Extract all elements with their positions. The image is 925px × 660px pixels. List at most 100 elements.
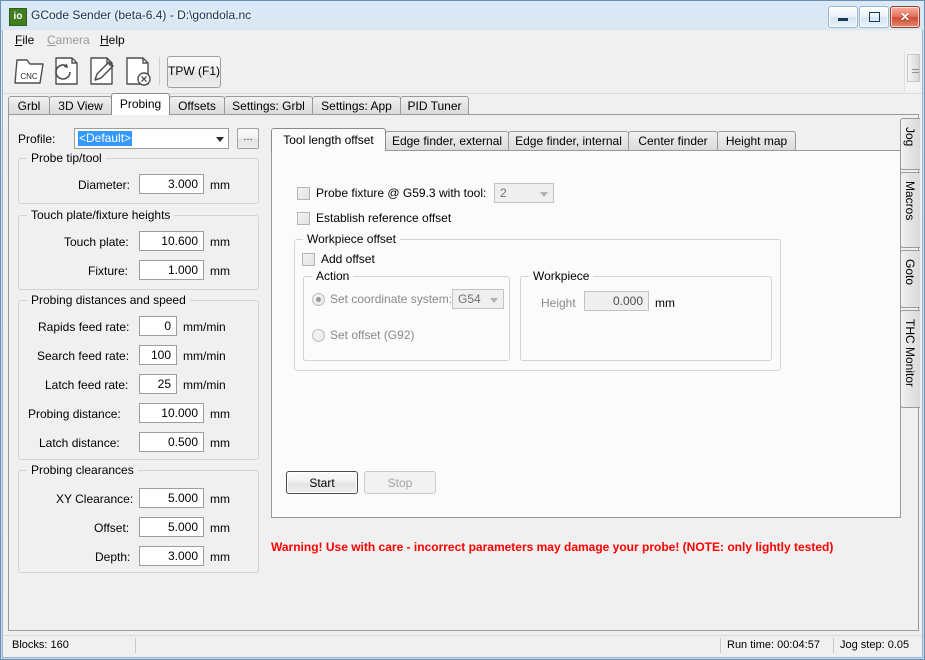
- stop-button[interactable]: Stop: [364, 471, 436, 494]
- establish-reference-label: Establish reference offset: [316, 211, 452, 225]
- tab-probing[interactable]: Probing: [111, 93, 170, 115]
- profile-browse-button[interactable]: ...: [237, 128, 259, 149]
- xy-clearance-input[interactable]: 5.000: [139, 488, 204, 508]
- group-workpiece-caption: Workpiece: [529, 269, 594, 283]
- group-probe-tip-tool-caption: Probe tip/tool: [27, 151, 106, 165]
- fixture-input[interactable]: 1.000: [139, 260, 204, 280]
- depth-input[interactable]: 3.000: [139, 546, 204, 566]
- xy-clearance-label: XY Clearance:: [56, 492, 134, 506]
- side-tab-goto[interactable]: Goto: [900, 250, 920, 308]
- coordinate-system-combo[interactable]: G54: [452, 289, 504, 309]
- side-tab-macros-label: Macros: [903, 181, 917, 221]
- menu-camera[interactable]: Camera: [47, 33, 90, 47]
- minimize-icon: [829, 7, 857, 27]
- touch-plate-label: Touch plate:: [64, 235, 129, 249]
- toolbar-scrollbar[interactable]: [904, 51, 920, 91]
- edit-file-icon[interactable]: [85, 53, 119, 89]
- search-feed-rate-input[interactable]: 100: [139, 345, 177, 365]
- probing-distance-unit: mm: [210, 407, 230, 421]
- depth-label: Depth:: [95, 550, 131, 564]
- start-button[interactable]: Start: [286, 471, 358, 494]
- depth-unit: mm: [210, 550, 230, 564]
- open-file-icon[interactable]: CNC: [13, 53, 47, 89]
- maximize-icon: [860, 7, 888, 27]
- minimize-button[interactable]: [828, 6, 858, 28]
- client-area: File Camera Help CNC TPW (F1) Grbl 3D Vi…: [2, 30, 923, 658]
- close-file-icon[interactable]: [121, 53, 155, 89]
- tab-height-map[interactable]: Height map: [717, 131, 796, 151]
- probing-distance-label: Probing distance:: [28, 407, 121, 421]
- diameter-input[interactable]: 3.000: [139, 174, 204, 194]
- tpw-button[interactable]: TPW (F1): [167, 56, 221, 88]
- toolbar-separator: [159, 57, 160, 85]
- probing-mode-tab-strip: Tool length offset Edge finder, external…: [271, 128, 901, 151]
- tab-center-finder[interactable]: Center finder: [628, 131, 718, 151]
- status-bar: Blocks: 160 Run time: 00:04:57 Jog step:…: [4, 635, 922, 656]
- group-workpiece: Workpiece: [520, 269, 772, 361]
- set-coordinate-system-radio[interactable]: [312, 293, 325, 306]
- set-offset-g92-radio[interactable]: [312, 329, 325, 342]
- latch-feed-rate-unit: mm/min: [183, 378, 226, 392]
- reload-file-icon[interactable]: [49, 53, 83, 89]
- latch-distance-unit: mm: [210, 436, 230, 450]
- tab-pid-tuner[interactable]: PID Tuner: [400, 96, 469, 115]
- latch-distance-input[interactable]: 0.500: [139, 432, 204, 452]
- search-feed-rate-label: Search feed rate:: [37, 349, 130, 363]
- side-tab-thc-monitor[interactable]: THC Monitor: [900, 310, 920, 408]
- offset-unit: mm: [210, 521, 230, 535]
- offset-input[interactable]: 5.000: [139, 517, 204, 537]
- menu-help[interactable]: Help: [100, 33, 125, 47]
- tab-tool-length-offset[interactable]: Tool length offset: [271, 128, 386, 151]
- rapids-feed-rate-label: Rapids feed rate:: [38, 320, 130, 334]
- close-icon: ✕: [899, 10, 911, 24]
- menu-bar: File Camera Help: [3, 30, 922, 49]
- search-feed-rate-unit: mm/min: [183, 349, 226, 363]
- close-button[interactable]: ✕: [890, 6, 920, 28]
- latch-distance-label: Latch distance:: [39, 436, 120, 450]
- tab-grbl[interactable]: Grbl: [8, 96, 50, 115]
- chevron-down-icon: [216, 137, 224, 142]
- tool-number-combo[interactable]: 2: [494, 183, 554, 203]
- scrollbar-grip-icon: [912, 69, 919, 70]
- diameter-unit: mm: [210, 178, 230, 192]
- latch-feed-rate-label: Latch feed rate:: [45, 378, 129, 392]
- maximize-button[interactable]: [859, 6, 889, 28]
- rapids-feed-rate-unit: mm/min: [183, 320, 226, 334]
- fixture-label: Fixture:: [88, 264, 129, 278]
- side-tab-goto-label: Goto: [903, 259, 917, 286]
- workpiece-height-input[interactable]: 0.000: [584, 291, 649, 311]
- side-tab-macros[interactable]: Macros: [900, 172, 920, 248]
- status-jog-step: Jog step: 0.05: [840, 639, 910, 651]
- status-blocks: Blocks: 160: [12, 639, 69, 651]
- side-tab-jog-label: Jog: [903, 127, 917, 147]
- probe-fixture-checkbox[interactable]: [297, 187, 310, 200]
- touch-plate-input[interactable]: 10.600: [139, 231, 204, 251]
- probe-fixture-label: Probe fixture @ G59.3: [316, 186, 436, 200]
- latch-feed-rate-input[interactable]: 25: [139, 374, 177, 394]
- diameter-label: Diameter:: [78, 178, 131, 192]
- tab-edge-finder-internal[interactable]: Edge finder, internal: [508, 131, 629, 151]
- tab-offsets[interactable]: Offsets: [169, 96, 225, 115]
- rapids-feed-rate-input[interactable]: 0: [139, 316, 177, 336]
- group-probing-distances-caption: Probing distances and speed: [27, 293, 190, 307]
- probe-fixture-with-tool-label: with tool:: [439, 186, 487, 200]
- status-separator: [135, 638, 136, 653]
- establish-reference-checkbox[interactable]: [297, 212, 310, 225]
- tab-settings-app[interactable]: Settings: App: [312, 96, 401, 115]
- add-offset-checkbox[interactable]: [302, 253, 315, 266]
- tab-edge-finder-external[interactable]: Edge finder, external: [385, 131, 509, 151]
- menu-file[interactable]: File: [15, 33, 34, 47]
- tab-3d-view[interactable]: 3D View: [49, 96, 112, 115]
- side-tab-jog[interactable]: Jog: [900, 118, 920, 170]
- offset-label: Offset:: [94, 521, 130, 535]
- status-separator: [833, 638, 834, 653]
- main-tab-strip: Grbl 3D View Probing Offsets Settings: G…: [8, 93, 919, 115]
- toolbar: CNC TPW (F1): [3, 49, 922, 94]
- group-action-caption: Action: [312, 269, 354, 283]
- app-icon: io: [9, 8, 27, 26]
- probing-distance-input[interactable]: 10.000: [139, 403, 204, 423]
- tab-settings-grbl[interactable]: Settings: Grbl: [224, 96, 313, 115]
- profile-combo[interactable]: <Default>: [74, 128, 229, 149]
- profile-value: <Default>: [78, 131, 133, 146]
- toolbar-scrollbar-thumb[interactable]: [907, 54, 920, 82]
